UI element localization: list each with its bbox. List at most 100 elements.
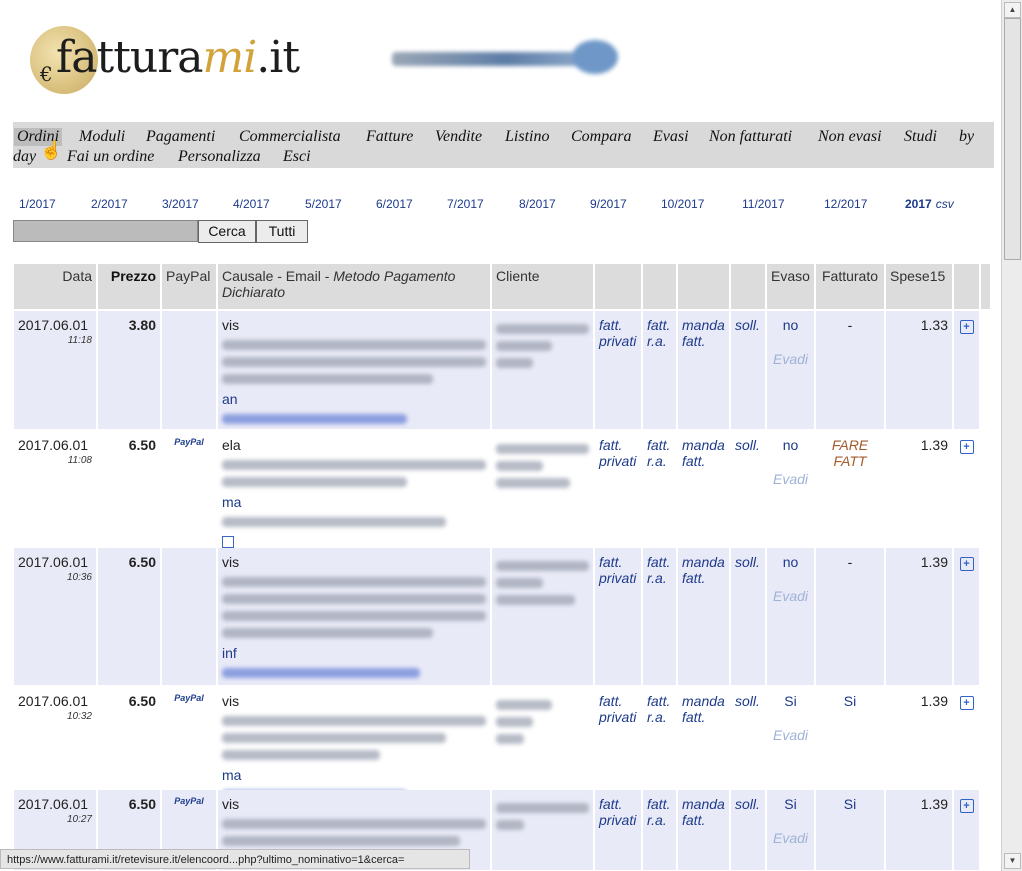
causale-cell: vis ma: [218, 687, 490, 800]
fatt-privati-link[interactable]: fatt. privati: [595, 311, 641, 429]
date-cell: 2017.06.01 10:32: [14, 687, 96, 788]
fatt-ra-link[interactable]: fatt. r.a.: [643, 790, 676, 870]
header-causale: Causale - Email - Metodo Pagamento Dichi…: [218, 264, 490, 309]
cerca-button[interactable]: Cerca: [198, 220, 256, 243]
header-fatturato: Fatturato: [816, 264, 884, 309]
fatturato-cell: -: [816, 548, 884, 685]
fatt-ra-link[interactable]: fatt. r.a.: [643, 431, 676, 546]
manda-fatt-link[interactable]: manda fatt.: [678, 790, 729, 870]
logo-text: fatturami.it: [56, 32, 300, 83]
menu-pagamenti[interactable]: Pagamenti: [146, 128, 215, 146]
fatturato-cell: Si: [816, 790, 884, 870]
csv-link[interactable]: csv: [936, 197, 954, 211]
add-document-icon[interactable]: +: [959, 440, 974, 454]
month-link[interactable]: 8/2017: [519, 197, 556, 211]
menu-esci[interactable]: Esci: [283, 148, 311, 166]
fatt-privati-link[interactable]: fatt. privati: [595, 431, 641, 546]
causale-cell: ela ma: [218, 431, 490, 548]
menu-evasi[interactable]: Evasi: [653, 128, 689, 146]
scroll-thumb[interactable]: [1004, 18, 1021, 260]
menu-by[interactable]: by: [959, 128, 974, 146]
fatt-privati-link[interactable]: fatt. privati: [595, 687, 641, 788]
year-link[interactable]: 2017 csv: [905, 197, 954, 211]
evadi-link[interactable]: Evadi: [771, 351, 810, 367]
header-empty: [678, 264, 729, 309]
month-link[interactable]: 5/2017: [305, 197, 342, 211]
fatt-ra-link[interactable]: fatt. r.a.: [643, 687, 676, 788]
menu-moduli[interactable]: Moduli: [79, 128, 125, 146]
soll-link[interactable]: soll.: [731, 548, 765, 685]
fatt-ra-link[interactable]: fatt. r.a.: [643, 548, 676, 685]
add-row-cell: +: [954, 548, 979, 685]
euro-icon: €: [40, 62, 53, 86]
causale-cell: vis an: [218, 311, 490, 445]
evadi-link[interactable]: Evadi: [771, 727, 810, 743]
price-cell: 6.50: [98, 687, 160, 788]
soll-link[interactable]: soll.: [731, 687, 765, 788]
fatt-privati-link[interactable]: fatt. privati: [595, 548, 641, 685]
menu-compara[interactable]: Compara: [571, 128, 631, 146]
cliente-cell: [492, 790, 593, 870]
soll-link[interactable]: soll.: [731, 311, 765, 429]
add-document-icon[interactable]: +: [959, 320, 974, 334]
cliente-cell: [492, 548, 593, 685]
add-document-icon[interactable]: +: [959, 557, 974, 571]
manda-fatt-link[interactable]: manda fatt.: [678, 548, 729, 685]
menu-day[interactable]: day: [13, 148, 36, 166]
edit-icon[interactable]: [222, 536, 234, 548]
month-link[interactable]: 10/2017: [661, 197, 704, 211]
scroll-up-icon[interactable]: ▲: [1004, 2, 1021, 18]
fatt-privati-link[interactable]: fatt. privati: [595, 790, 641, 870]
menu-non-evasi[interactable]: Non evasi: [818, 128, 882, 146]
hand-cursor-icon: ☝: [40, 140, 63, 160]
menu-non-fatturati[interactable]: Non fatturati: [709, 128, 792, 146]
menu-fatture[interactable]: Fatture: [366, 128, 413, 146]
menu-vendite[interactable]: Vendite: [435, 128, 482, 146]
menu-fai-un-ordine[interactable]: Fai un ordine: [67, 148, 154, 166]
scroll-down-icon[interactable]: ▼: [1004, 853, 1021, 869]
spese-cell: 1.39: [886, 790, 952, 870]
paypal-cell: PayPal: [162, 431, 216, 546]
evadi-link[interactable]: Evadi: [771, 588, 810, 604]
manda-fatt-link[interactable]: manda fatt.: [678, 687, 729, 788]
paypal-cell: [162, 548, 216, 685]
month-link[interactable]: 9/2017: [590, 197, 627, 211]
search-input[interactable]: [13, 220, 198, 242]
month-link[interactable]: 7/2017: [447, 197, 484, 211]
causale-cell: vis inf: [218, 548, 490, 699]
evadi-link[interactable]: Evadi: [771, 471, 810, 487]
add-row-cell: +: [954, 311, 979, 429]
status-bar: https://www.fatturami.it/retevisure.it/e…: [0, 849, 470, 869]
month-link[interactable]: 12/2017: [824, 197, 867, 211]
month-link[interactable]: 11/2017: [742, 197, 785, 211]
soll-link[interactable]: soll.: [731, 431, 765, 546]
add-document-icon[interactable]: +: [959, 799, 974, 813]
vertical-scrollbar[interactable]: ▲ ▼: [1001, 0, 1022, 871]
retevisure-logo[interactable]: [392, 40, 620, 78]
month-link[interactable]: 2/2017: [91, 197, 128, 211]
month-link[interactable]: 6/2017: [376, 197, 413, 211]
menu-studi[interactable]: Studi: [904, 128, 937, 146]
header-empty: [731, 264, 765, 309]
menu-personalizza[interactable]: Personalizza: [178, 148, 261, 166]
month-link[interactable]: 3/2017: [162, 197, 199, 211]
menu-listino[interactable]: Listino: [505, 128, 549, 146]
price-cell: 3.80: [98, 311, 160, 429]
browser-page: fatturami.it € Ordini Moduli Pagamenti C…: [0, 0, 1002, 871]
header-spese: Spese15: [886, 264, 952, 309]
month-link[interactable]: 4/2017: [233, 197, 270, 211]
header-empty: [595, 264, 641, 309]
add-document-icon[interactable]: +: [959, 696, 974, 710]
manda-fatt-link[interactable]: manda fatt.: [678, 431, 729, 546]
menu-commercialista[interactable]: Commercialista: [239, 128, 341, 146]
price-cell: 6.50: [98, 548, 160, 685]
manda-fatt-link[interactable]: manda fatt.: [678, 311, 729, 429]
month-link[interactable]: 1/2017: [19, 197, 56, 211]
add-row-cell: +: [954, 431, 979, 546]
fare-fatt-link[interactable]: FARE FATT: [816, 431, 884, 546]
fatt-ra-link[interactable]: fatt. r.a.: [643, 311, 676, 429]
soll-link[interactable]: soll.: [731, 790, 765, 870]
tutti-button[interactable]: Tutti: [256, 220, 308, 243]
main-menu: Ordini Moduli Pagamenti Commercialista F…: [13, 122, 994, 168]
evadi-link[interactable]: Evadi: [771, 830, 810, 846]
